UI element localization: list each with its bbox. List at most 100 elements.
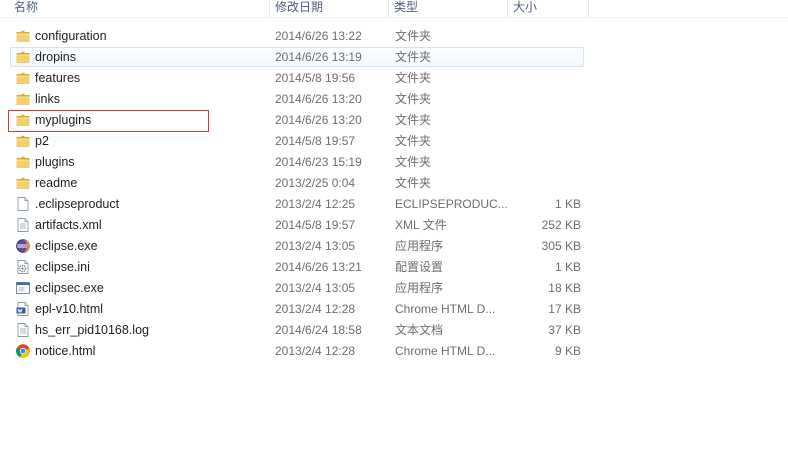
file-row[interactable]: artifacts.xml 2014/5/8 19:57 XML 文件 252 KB [10,215,584,235]
file-explorer: 名称 修改日期 类型 大小 configuration 2014/6/26 13:… [0,0,788,455]
file-row[interactable]: notice.html 2013/2/4 12:28 Chrome HTML D..… [10,341,584,361]
file-row[interactable]: configuration 2014/6/26 13:22 文件夹 [10,26,584,46]
file-size: 9 KB [554,344,581,358]
file-type: 文件夹 [395,155,432,169]
file-row[interactable]: readme 2013/2/25 0:04 文件夹 [10,173,584,193]
file-row[interactable]: myplugins 2014/6/26 13:20 文件夹 [8,110,584,132]
folder-icon [15,70,31,86]
file-modified-date: 2014/6/26 13:21 [275,260,362,274]
file-type: 应用程序 [395,239,444,253]
file-name: features [35,71,81,85]
column-header-size[interactable]: 大小 [508,0,588,17]
file-name: dropins [35,50,76,64]
file-type: 文件夹 [395,71,432,85]
file-type: 配置设置 [395,260,444,274]
folder-icon [15,175,31,191]
folder-icon [15,133,31,149]
file-type: 文本文档 [395,323,444,337]
file-type: Chrome HTML D... [395,302,496,316]
file-modified-date: 2014/5/8 19:56 [275,71,356,85]
file-modified-date: 2014/6/26 13:22 [275,29,362,43]
file-size: 305 KB [541,239,581,253]
file-row[interactable]: .eclipseproduct 2013/2/4 12:25 ECLIPSEPROD… [10,194,584,214]
file-type: 应用程序 [395,281,444,295]
file-row[interactable]: eclipsec.exe 2013/2/4 13:05 应用程序 18 KB [10,278,584,298]
folder-icon [15,154,31,170]
file-type: 文件夹 [395,113,432,127]
column-header-name[interactable]: 名称 [9,0,269,17]
file-name: plugins [35,155,75,169]
file-modified-date: 2013/2/4 12:28 [275,302,356,316]
file-type: 文件夹 [395,92,432,106]
folder-icon [15,28,31,44]
file-row[interactable]: features 2014/5/8 19:56 文件夹 [10,68,584,88]
file-modified-date: 2013/2/4 13:05 [275,239,356,253]
file-name: epl-v10.html [35,302,104,316]
chrome-icon [15,343,31,359]
file-size: 37 KB [548,323,581,337]
folder-icon [15,112,31,128]
file-size [511,153,581,171]
file-size [511,48,581,66]
file-type: 文件夹 [395,50,432,64]
file-modified-date: 2014/5/8 19:57 [275,218,356,232]
column-header-type[interactable]: 类型 [389,0,507,17]
file-modified-date: 2014/5/8 19:57 [275,134,356,148]
file-size [511,27,581,45]
file-modified-date: 2013/2/25 0:04 [275,176,356,190]
file-size [511,90,581,108]
file-name: readme [35,176,78,190]
file-size: 252 KB [541,218,581,232]
file-type: Chrome HTML D... [395,344,496,358]
file-name: eclipse.ini [35,260,90,274]
column-divider[interactable] [588,0,589,17]
file-name: myplugins [35,113,92,127]
text-file-icon [15,217,31,233]
file-modified-date: 2013/2/4 12:28 [275,344,356,358]
file-row[interactable]: dropins 2014/6/26 13:19 文件夹 [10,47,584,67]
file-row[interactable]: plugins 2014/6/23 15:19 文件夹 [10,152,584,172]
file-size [511,174,581,192]
file-modified-date: 2013/2/4 13:05 [275,281,356,295]
file-type: XML 文件 [395,218,447,232]
file-name: links [35,92,61,106]
file-row[interactable]: p2 2014/5/8 19:57 文件夹 [10,131,584,151]
file-name: .eclipseproduct [35,197,120,211]
file-size [511,69,581,87]
file-type: 文件夹 [395,176,432,190]
file-row[interactable]: epl-v10.html 2013/2/4 12:28 Chrome HTML D.… [10,299,584,319]
file-name: eclipsec.exe [35,281,104,295]
file-modified-date: 2013/2/4 12:25 [275,197,356,211]
file-type: 文件夹 [395,134,432,148]
folder-icon [15,91,31,107]
file-name: eclipse.exe [35,239,98,253]
settings-file-icon [15,259,31,275]
file-row[interactable]: eclipse.ini 2014/6/26 13:21 配置设置 1 KB [10,257,584,277]
file-type: 文件夹 [395,29,432,43]
file-modified-date: 2014/6/24 18:58 [275,323,362,337]
html-file-icon [15,301,31,317]
file-size: 18 KB [548,281,581,295]
file-name: hs_err_pid10168.log [35,323,149,337]
column-header-date[interactable]: 修改日期 [270,0,388,17]
file-modified-date: 2014/6/26 13:20 [275,113,362,127]
eclipse-icon [15,238,31,254]
file-modified-date: 2014/6/26 13:20 [275,92,362,106]
file-size: 17 KB [548,302,581,316]
file-row[interactable]: eclipse.exe 2013/2/4 13:05 应用程序 305 KB [10,236,584,256]
file-modified-date: 2014/6/23 15:19 [275,155,362,169]
file-name: artifacts.xml [35,218,102,232]
file-size [511,111,581,129]
folder-icon [15,49,31,65]
file-size [511,132,581,150]
file-row[interactable]: hs_err_pid10168.log 2014/6/24 18:58 文本文档 37… [10,320,584,340]
file-name: notice.html [35,344,96,358]
text-file-icon [15,322,31,338]
file-name: p2 [35,134,49,148]
column-header: 名称 修改日期 类型 大小 [0,0,788,18]
file-name: configuration [35,29,107,43]
file-row[interactable]: links 2014/6/26 13:20 文件夹 [10,89,584,109]
file-size: 1 KB [554,260,581,274]
application-icon [15,280,31,296]
blank-file-icon [15,196,31,212]
